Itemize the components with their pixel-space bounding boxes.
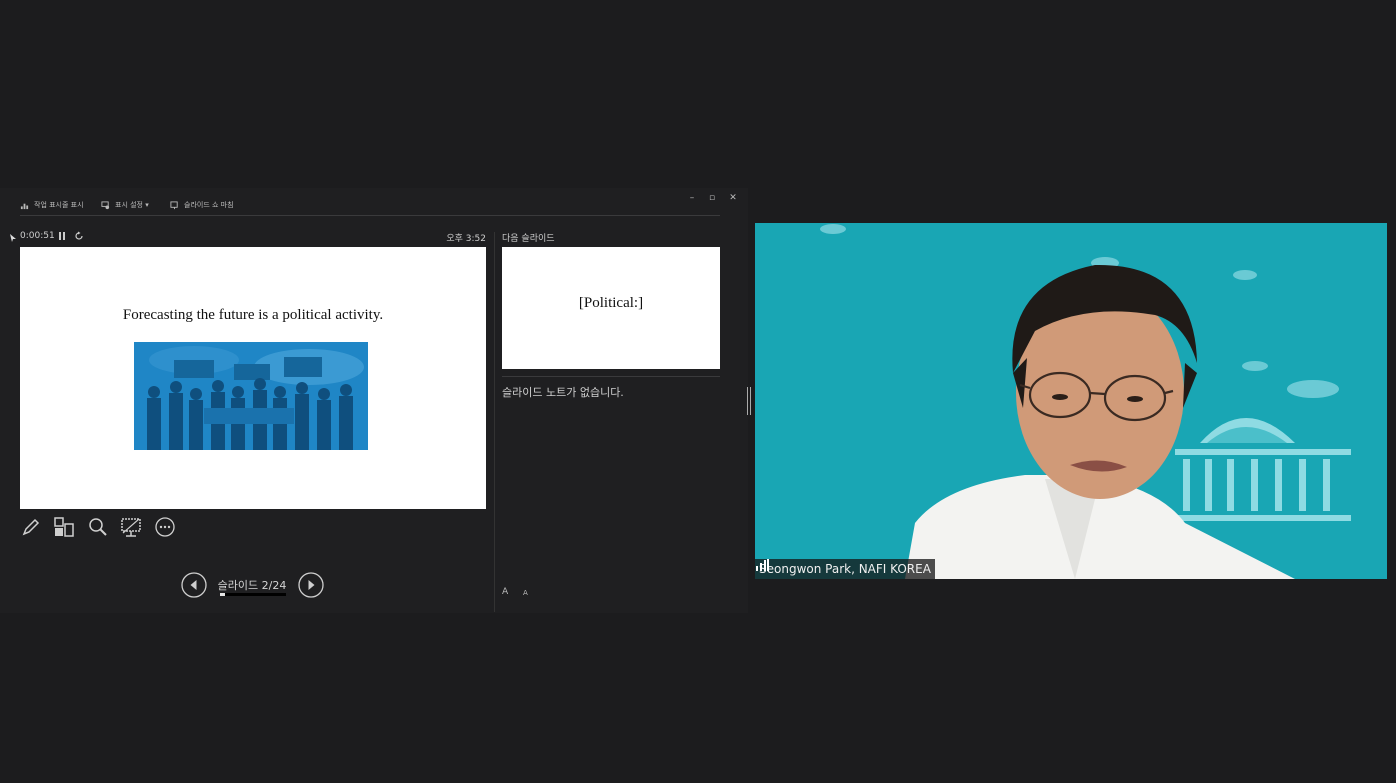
show-taskbar-label: 작업 표시줄 표시: [34, 201, 84, 209]
see-all-slides-button[interactable]: [53, 516, 75, 538]
speaker-notes[interactable]: 슬라이드 노트가 없습니다.: [502, 384, 624, 400]
zoom-button[interactable]: [87, 516, 109, 538]
protest-crowd-image: [134, 342, 368, 450]
display-settings-icon: [101, 200, 110, 209]
decrease-font-button[interactable]: A: [523, 589, 528, 597]
slide-progress-fill: [220, 593, 225, 596]
more-options-button[interactable]: [154, 516, 176, 538]
end-slideshow-label: 슬라이드 쇼 마침: [184, 201, 234, 209]
current-slide-title: Forecasting the future is a political ac…: [122, 307, 384, 323]
participant-name: Seongwon Park, NAFI KOREA: [759, 562, 931, 576]
grid-icon: [54, 517, 74, 537]
signal-strength-icon: [756, 559, 769, 571]
video-frame: [755, 223, 1387, 579]
notes-divider: [502, 376, 720, 377]
slide-progress-bar: [220, 593, 286, 596]
toolbar-divider: [20, 215, 720, 216]
participant-name-tag: Seongwon Park, NAFI KOREA: [755, 559, 935, 579]
pause-icon[interactable]: [58, 231, 66, 241]
minimize-button[interactable]: –: [686, 192, 698, 204]
current-time: 오후 3:52: [446, 234, 486, 244]
taskbar-icon: [20, 203, 29, 209]
display-settings-label: 표시 설정 ▾: [115, 201, 149, 209]
display-settings-button[interactable]: 표시 설정 ▾: [101, 200, 149, 210]
next-slide-preview[interactable]: [Political:]: [502, 247, 720, 369]
increase-font-button[interactable]: A: [502, 587, 508, 597]
elapsed-timer: 0:00:51: [20, 231, 55, 241]
next-slide-title: [Political:]: [578, 295, 644, 311]
black-screen-button[interactable]: [120, 516, 142, 538]
more-icon: [155, 517, 175, 537]
next-slide-button[interactable]: [298, 572, 324, 598]
screen-icon: [121, 518, 141, 537]
next-slide-label: 다음 슬라이드: [502, 234, 555, 244]
end-slideshow-button[interactable]: 슬라이드 쇼 마침: [170, 200, 234, 210]
close-button[interactable]: ✕: [727, 192, 739, 204]
previous-slide-button[interactable]: [181, 572, 207, 598]
current-slide[interactable]: Forecasting the future is a political ac…: [20, 247, 486, 509]
end-slideshow-icon: [170, 200, 178, 209]
panel-resize-handle[interactable]: [747, 387, 751, 415]
presenter-view-window: 작업 표시줄 표시 표시 설정 ▾ 슬라이드 쇼 마침 – ▫ ✕ 0:00:5…: [0, 188, 748, 613]
show-taskbar-button[interactable]: 작업 표시줄 표시: [20, 200, 84, 210]
zoom-icon: [89, 518, 107, 536]
panel-divider: [494, 232, 495, 612]
slide-counter[interactable]: 슬라이드 2/24: [212, 577, 292, 593]
reset-timer-icon[interactable]: [74, 231, 84, 241]
mouse-cursor-icon: [10, 234, 16, 242]
pen-icon: [22, 518, 40, 536]
restore-button[interactable]: ▫: [706, 192, 718, 204]
participant-video[interactable]: Seongwon Park, NAFI KOREA: [755, 223, 1387, 579]
pen-tool-button[interactable]: [20, 516, 42, 538]
